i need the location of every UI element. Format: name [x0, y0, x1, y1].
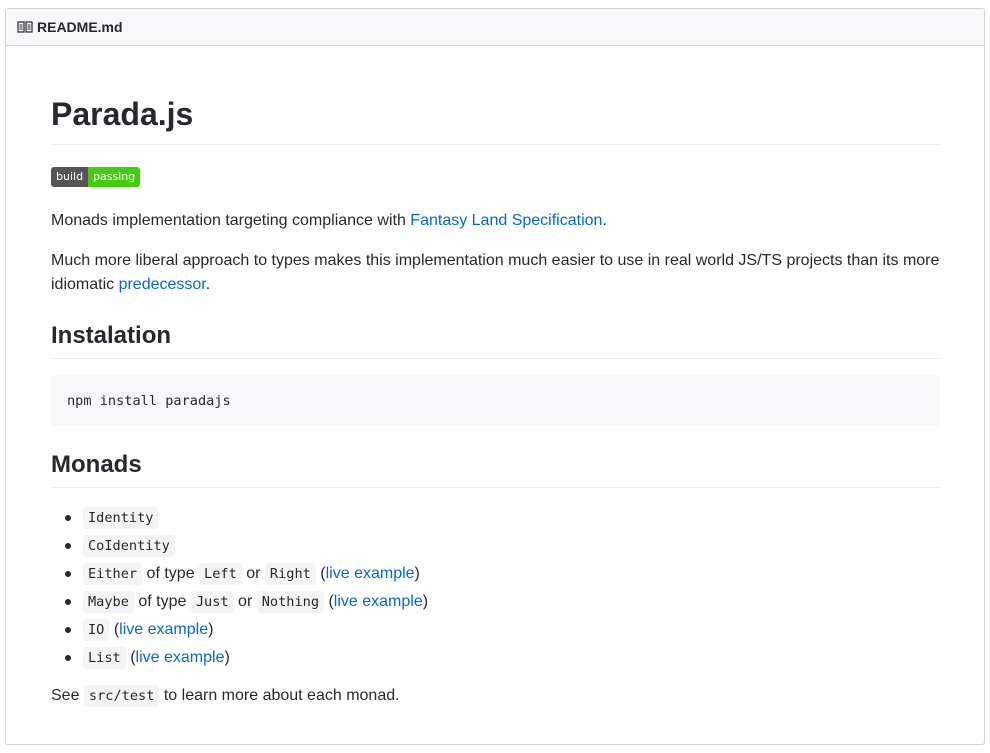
- left-code: Left: [199, 563, 242, 585]
- list-paren-close: ): [224, 649, 230, 666]
- monads-list: Identity CoIdentity Either of type Left …: [51, 504, 940, 672]
- list-item-coidentity: CoIdentity: [51, 532, 940, 560]
- installation-heading: Instalation: [51, 321, 940, 359]
- readme-filename: README.md: [37, 19, 123, 35]
- page-title: Parada.js: [51, 94, 940, 145]
- io-live-example-link[interactable]: live example: [119, 621, 208, 638]
- maybe-live-example-link[interactable]: live example: [334, 593, 423, 610]
- fantasy-land-link[interactable]: Fantasy Land Specification: [410, 212, 602, 229]
- maybe-of-type: of type: [133, 593, 191, 610]
- list-item-maybe: Maybe of type Just or Nothing (live exam…: [51, 588, 940, 616]
- maybe-paren-close: ): [422, 593, 429, 610]
- right-code: Right: [264, 563, 316, 585]
- list-item-io: IO (live example): [51, 616, 940, 644]
- list-item-list: List (live example): [51, 644, 940, 672]
- monads-heading: Monads: [51, 450, 940, 488]
- badge-status: passing: [88, 167, 141, 187]
- either-paren-open: (: [315, 565, 326, 582]
- either-or: or: [241, 565, 265, 582]
- readme-container: README.md Parada.js build passing Monads…: [5, 8, 985, 745]
- build-status-badge[interactable]: build passing: [51, 167, 141, 187]
- bullet-icon: [65, 599, 71, 605]
- io-paren-close: ): [208, 621, 214, 638]
- list-item-identity: Identity: [51, 504, 940, 532]
- liberal-paragraph: Much more liberal approach to types make…: [51, 249, 940, 297]
- bullet-icon: [65, 655, 71, 661]
- either-of-type: of type: [142, 565, 200, 582]
- intro-paragraph: Monads implementation targeting complian…: [51, 209, 940, 233]
- maybe-code: Maybe: [83, 591, 134, 613]
- footer-paragraph: See src/test to learn more about each mo…: [51, 684, 940, 708]
- intro-period: .: [602, 212, 607, 229]
- maybe-paren-open: (: [324, 593, 334, 610]
- coidentity-code: CoIdentity: [83, 535, 175, 557]
- identity-code: Identity: [83, 507, 159, 529]
- io-code: IO: [83, 619, 110, 641]
- install-code-block[interactable]: npm install paradajs: [51, 375, 940, 426]
- footer-text-before: See: [51, 687, 84, 704]
- predecessor-link[interactable]: predecessor: [119, 276, 206, 293]
- io-paren-open: (: [109, 621, 120, 638]
- liberal-period: .: [205, 276, 211, 293]
- list-paren-open: (: [125, 649, 136, 666]
- either-live-example-link[interactable]: live example: [326, 565, 415, 582]
- bullet-icon: [65, 543, 71, 549]
- list-live-example-link[interactable]: live example: [136, 649, 225, 666]
- list-item-either: Either of type Left or Right (live examp…: [51, 560, 940, 588]
- nothing-code: Nothing: [256, 591, 325, 613]
- just-code: Just: [190, 591, 234, 613]
- bullet-icon: [65, 515, 71, 521]
- either-paren-close: ): [414, 565, 420, 582]
- readme-header: README.md: [6, 9, 984, 46]
- footer-text-after: to learn more about each monad.: [159, 687, 400, 704]
- intro-text: Monads implementation targeting complian…: [51, 212, 411, 229]
- list-code: List: [83, 647, 126, 669]
- bullet-icon: [65, 627, 71, 633]
- src-test-code: src/test: [83, 685, 160, 707]
- bullet-icon: [65, 571, 71, 577]
- either-code: Either: [83, 563, 143, 585]
- install-command: npm install paradajs: [67, 393, 231, 409]
- maybe-or: or: [233, 593, 257, 610]
- book-icon: [17, 19, 33, 35]
- badge-label: build: [51, 167, 89, 187]
